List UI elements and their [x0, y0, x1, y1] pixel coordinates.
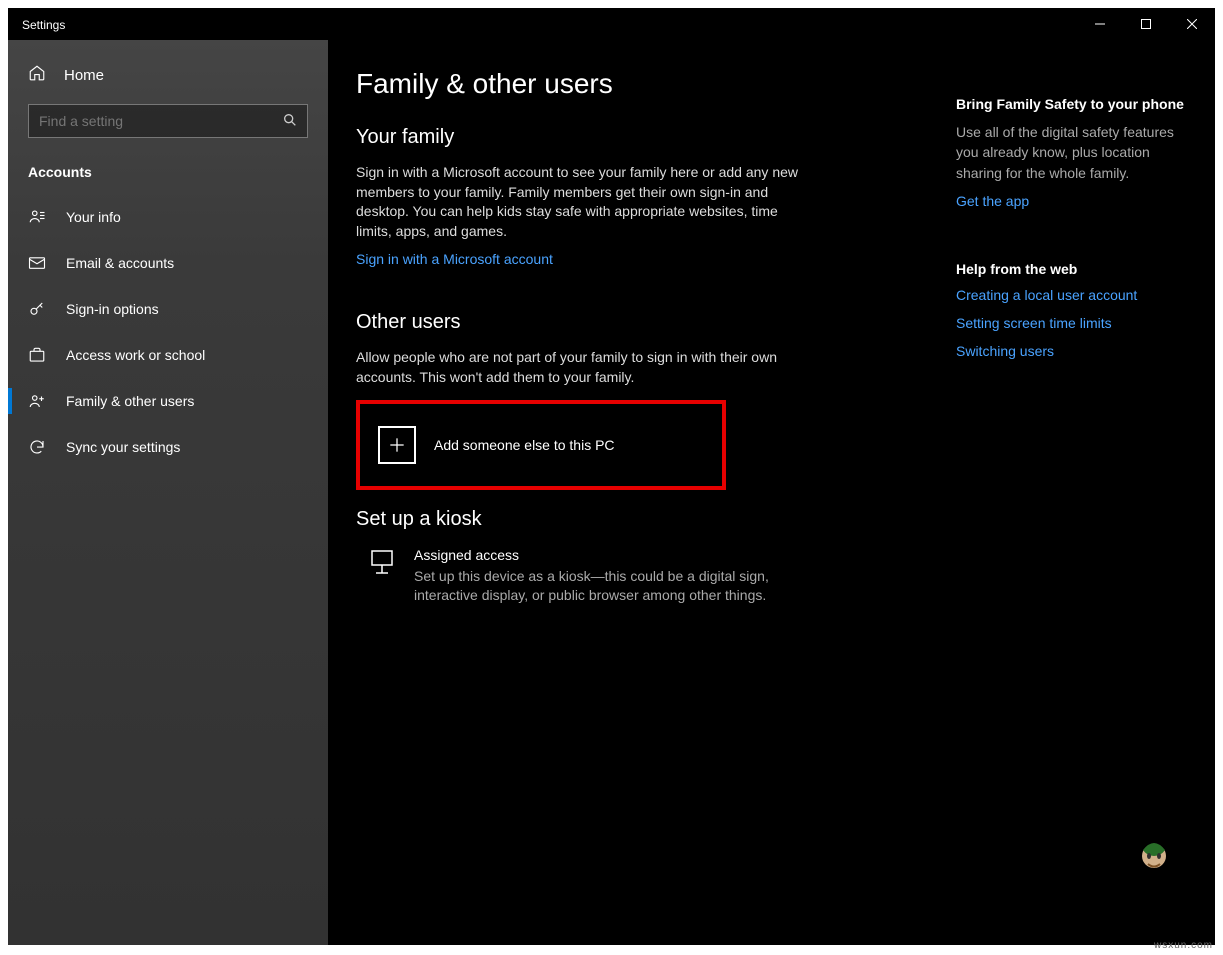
help-link-create-local-user[interactable]: Creating a local user account — [956, 287, 1186, 303]
minimize-button[interactable] — [1077, 8, 1123, 40]
help-link-screen-time[interactable]: Setting screen time limits — [956, 315, 1186, 331]
sidebar-item-signin-options[interactable]: Sign-in options — [8, 286, 328, 332]
family-safety-heading: Bring Family Safety to your phone — [956, 96, 1186, 112]
search-wrap — [8, 104, 328, 156]
people-add-icon — [28, 392, 46, 410]
kiosk-icon — [370, 549, 394, 606]
watermark-icon — [1133, 838, 1175, 885]
assigned-access-title: Assigned access — [414, 547, 794, 563]
family-description: Sign in with a Microsoft account to see … — [356, 163, 806, 241]
titlebar: Settings — [8, 8, 1215, 40]
other-users-description: Allow people who are not part of your fa… — [356, 348, 806, 387]
assigned-access-button[interactable]: Assigned access Set up this device as a … — [356, 547, 916, 606]
sync-icon — [28, 438, 46, 456]
family-safety-description: Use all of the digital safety features y… — [956, 122, 1186, 183]
close-button[interactable] — [1169, 8, 1215, 40]
assigned-access-description: Set up this device as a kiosk—this could… — [414, 567, 794, 606]
sidebar-item-label: Sync your settings — [66, 439, 180, 455]
main-area: Family & other users Your family Sign in… — [328, 40, 1215, 945]
sidebar-item-email-accounts[interactable]: Email & accounts — [8, 240, 328, 286]
sidebar-item-access-work-school[interactable]: Access work or school — [8, 332, 328, 378]
search-icon — [282, 112, 298, 133]
sidebar-item-label: Family & other users — [66, 393, 194, 409]
help-heading: Help from the web — [956, 261, 1186, 277]
watermark-text: wsxun.com — [1154, 940, 1213, 951]
sidebar-item-your-info[interactable]: Your info — [8, 194, 328, 240]
window-body: Home Accounts Your info — [8, 40, 1215, 945]
signin-microsoft-link[interactable]: Sign in with a Microsoft account — [356, 251, 553, 267]
content-column: Family & other users Your family Sign in… — [356, 68, 916, 945]
home-button[interactable]: Home — [8, 52, 328, 104]
other-users-heading: Other users — [356, 311, 916, 334]
key-icon — [28, 300, 46, 318]
search-input[interactable] — [28, 104, 308, 138]
sidebar-item-label: Sign-in options — [66, 301, 159, 317]
briefcase-icon — [28, 346, 46, 364]
sidebar-item-label: Your info — [66, 209, 121, 225]
sidebar-item-label: Access work or school — [66, 347, 205, 363]
sidebar-section-label: Accounts — [8, 156, 328, 194]
add-someone-label: Add someone else to this PC — [434, 437, 615, 453]
right-column: Bring Family Safety to your phone Use al… — [956, 68, 1186, 945]
sidebar-item-family-other-users[interactable]: Family & other users — [8, 378, 328, 424]
add-someone-button[interactable]: Add someone else to this PC — [356, 400, 726, 490]
sidebar: Home Accounts Your info — [8, 40, 328, 945]
page-title: Family & other users — [356, 68, 916, 100]
get-app-link[interactable]: Get the app — [956, 193, 1186, 209]
kiosk-heading: Set up a kiosk — [356, 508, 916, 531]
home-label: Home — [64, 67, 104, 84]
mail-icon — [28, 254, 46, 272]
window-controls — [1077, 8, 1215, 40]
family-heading: Your family — [356, 126, 916, 149]
person-icon — [28, 208, 46, 226]
maximize-button[interactable] — [1123, 8, 1169, 40]
sidebar-item-sync-settings[interactable]: Sync your settings — [8, 424, 328, 470]
help-link-switching-users[interactable]: Switching users — [956, 343, 1186, 359]
window-title: Settings — [8, 8, 65, 32]
settings-window: Settings Home — [8, 8, 1215, 945]
home-icon — [28, 64, 46, 86]
sidebar-item-label: Email & accounts — [66, 255, 174, 271]
plus-icon — [378, 426, 416, 464]
